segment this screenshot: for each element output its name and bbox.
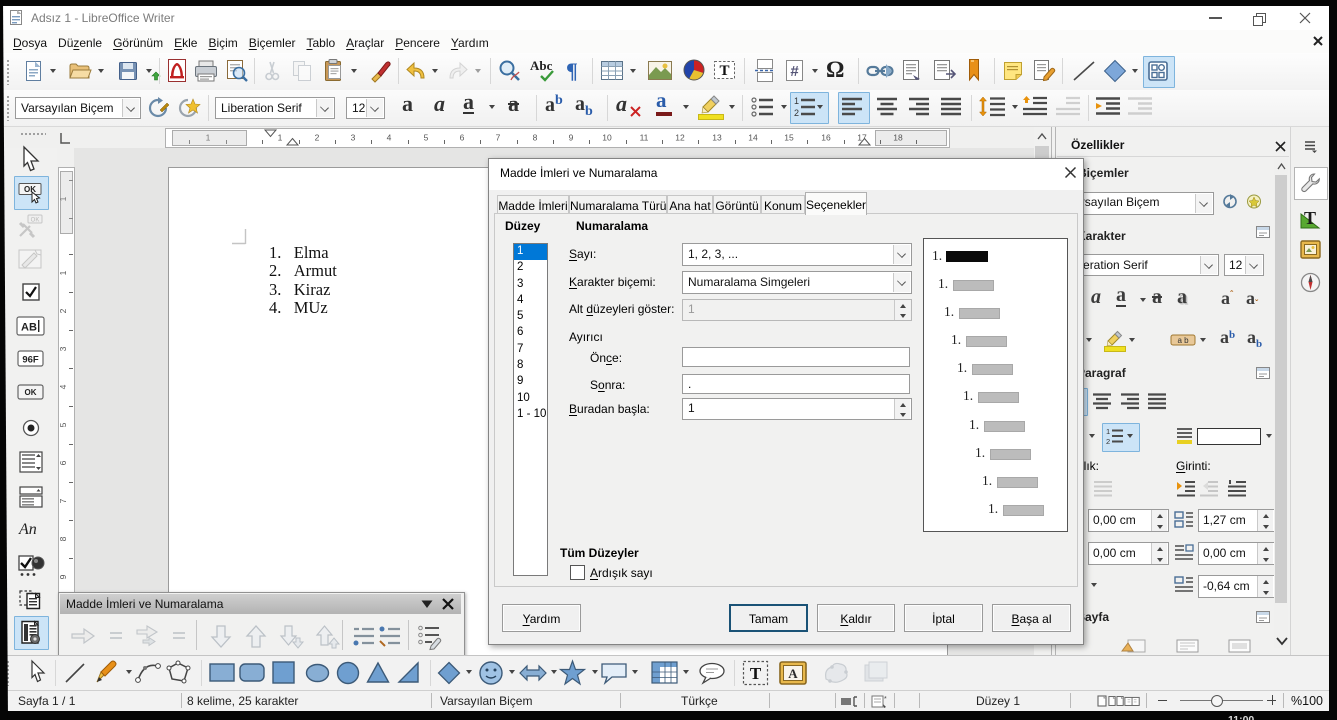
svg-text:1: 1 — [58, 196, 68, 201]
svg-text:T: T — [1304, 208, 1316, 228]
svg-text:OK: OK — [31, 218, 40, 224]
svg-text:3: 3 — [351, 133, 356, 143]
svg-text:4: 4 — [58, 384, 68, 389]
svg-text:15: 15 — [784, 133, 794, 143]
svg-text:8: 8 — [58, 536, 68, 541]
svg-text:1: 1 — [58, 270, 68, 275]
svg-text:1: 1 — [1106, 427, 1110, 436]
svg-text:4: 4 — [387, 133, 392, 143]
svg-text:1: 1 — [794, 96, 799, 106]
svg-text:9: 9 — [569, 133, 574, 143]
svg-text:OK: OK — [24, 185, 36, 194]
svg-text:9: 9 — [58, 574, 68, 579]
svg-text:A: A — [788, 666, 798, 681]
svg-text:7: 7 — [496, 133, 501, 143]
svg-text:2: 2 — [1106, 437, 1110, 446]
svg-text:6: 6 — [460, 133, 465, 143]
svg-text:8: 8 — [533, 133, 538, 143]
svg-text:14: 14 — [748, 133, 758, 143]
svg-text:12: 12 — [675, 133, 685, 143]
svg-text:16: 16 — [821, 133, 831, 143]
svg-text:2: 2 — [58, 308, 68, 313]
svg-text:#: # — [790, 63, 799, 80]
svg-text:18: 18 — [893, 133, 903, 143]
svg-text:5: 5 — [58, 422, 68, 427]
svg-text:11: 11 — [640, 133, 649, 143]
svg-text:T: T — [750, 664, 762, 683]
svg-text:a b: a b — [1177, 336, 1189, 345]
svg-text:1: 1 — [206, 133, 211, 143]
svg-text:*: * — [884, 696, 887, 703]
svg-text:2: 2 — [794, 108, 799, 118]
svg-text:7: 7 — [58, 498, 68, 503]
svg-text:5: 5 — [424, 133, 429, 143]
svg-text:10: 10 — [602, 133, 612, 143]
svg-text:3: 3 — [58, 346, 68, 351]
svg-text:96F: 96F — [22, 355, 39, 366]
svg-text:6: 6 — [58, 460, 68, 465]
svg-text:OK: OK — [25, 388, 37, 397]
svg-text:AB: AB — [21, 322, 37, 334]
svg-text:2: 2 — [315, 133, 320, 143]
svg-text:T: T — [719, 63, 729, 79]
svg-text:13: 13 — [712, 133, 722, 143]
svg-text:1: 1 — [278, 133, 283, 143]
